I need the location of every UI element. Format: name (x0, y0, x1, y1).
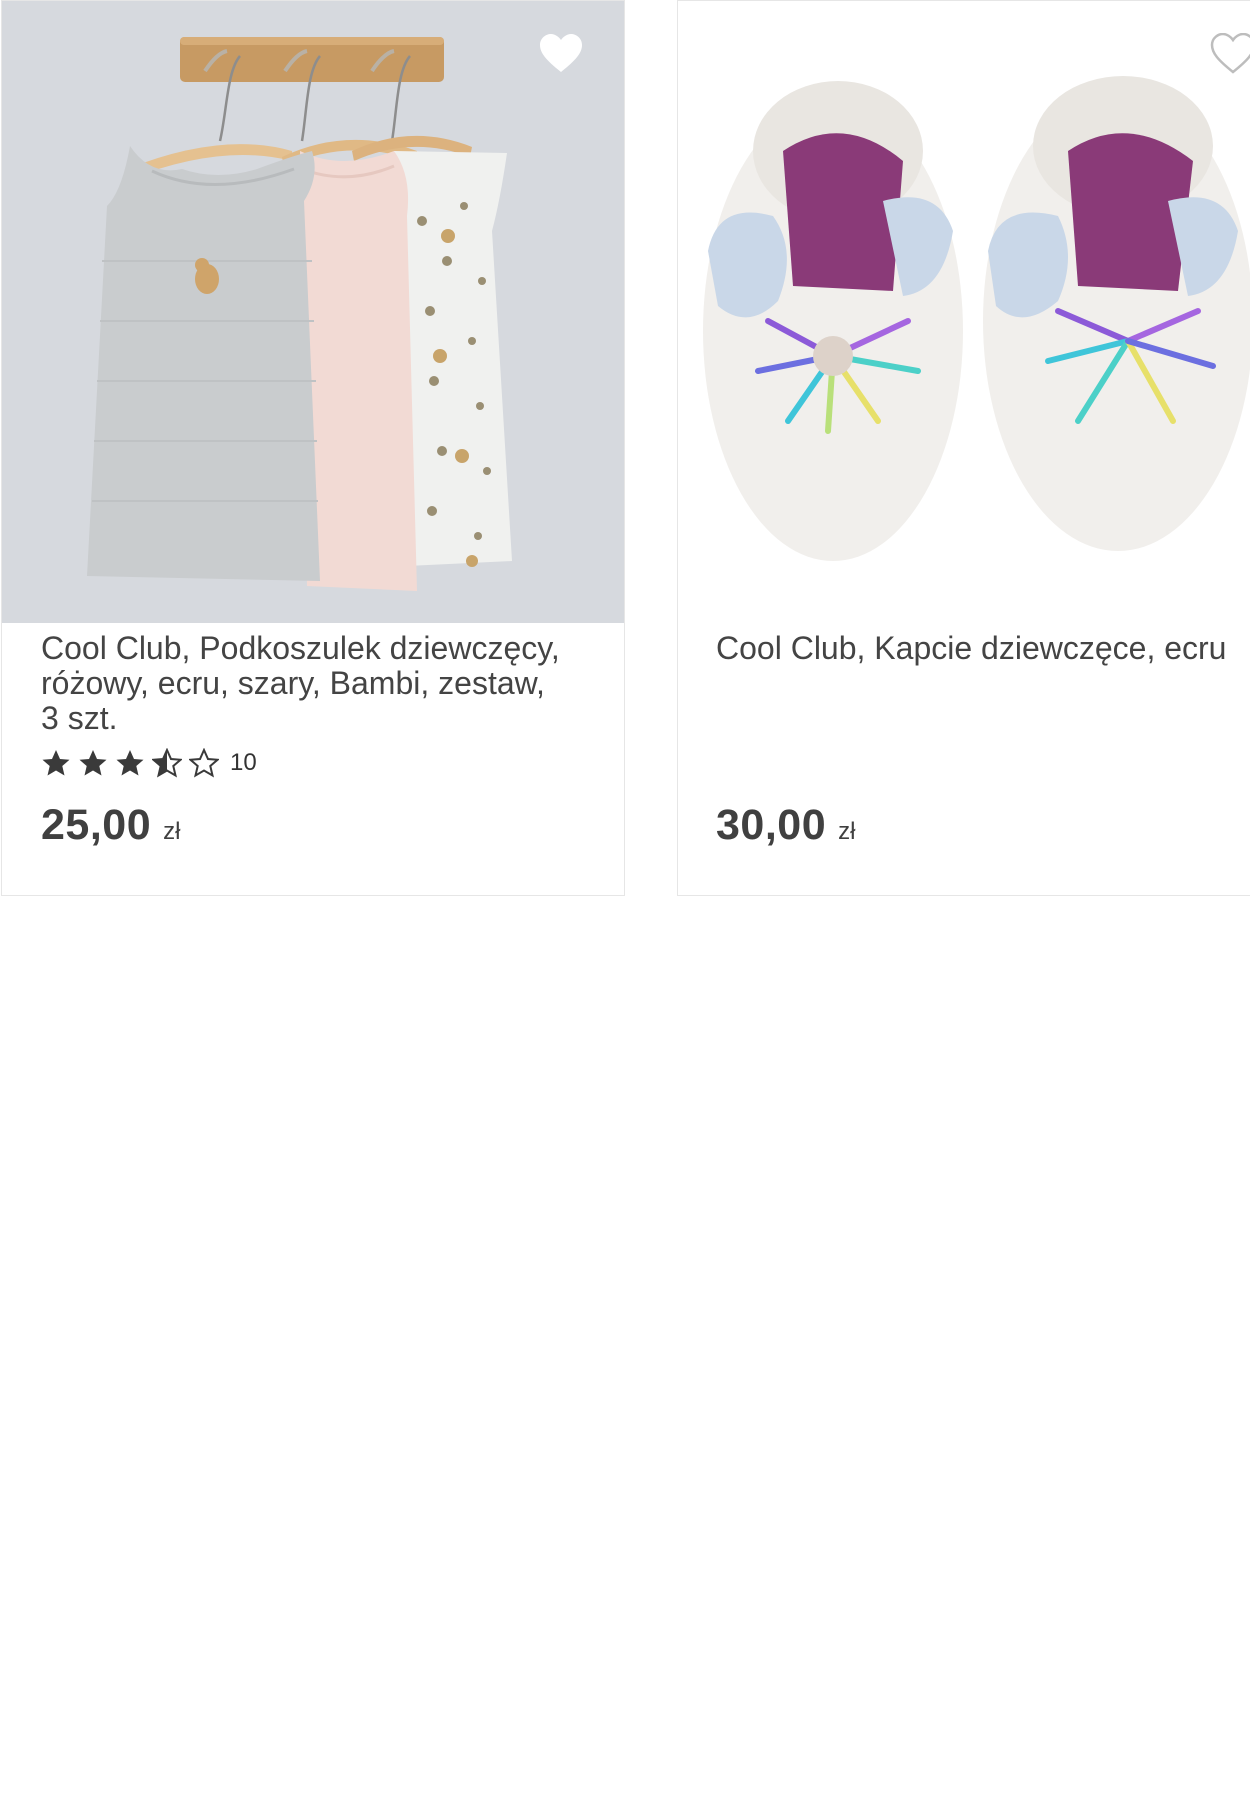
star-filled-icon (116, 750, 144, 776)
product-image[interactable] (2, 1, 624, 623)
star-empty-icon (189, 748, 219, 778)
product-image[interactable] (678, 1, 1250, 623)
product-grid: Cool Club, Podkoszulek dziewczęcy, różow… (0, 0, 1250, 900)
product-card[interactable]: Cool Club, Podkoszulek dziewczęcy, różow… (1, 0, 625, 896)
product-price: 25,00 zł (41, 801, 180, 850)
price-currency: zł (838, 818, 856, 845)
product-card[interactable]: Cool Club, Kapcie dziewczęce, ecru 30,00… (677, 0, 1250, 896)
heart-icon (540, 34, 582, 72)
price-currency: zł (163, 818, 181, 845)
heart-outline-icon (1210, 32, 1250, 74)
product-rating: 10 (41, 746, 257, 780)
star-filled-icon (79, 750, 107, 776)
review-count: 10 (230, 749, 257, 776)
star-half-icon (152, 748, 182, 778)
product-price: 30,00 zł (716, 801, 855, 850)
price-value: 30,00 (716, 801, 827, 849)
star-filled-icon (42, 750, 70, 776)
favorite-button[interactable] (538, 33, 584, 75)
product-title[interactable]: Cool Club, Podkoszulek dziewczęcy, różow… (41, 631, 561, 736)
product-title[interactable]: Cool Club, Kapcie dziewczęce, ecru (716, 631, 1250, 666)
price-value: 25,00 (41, 801, 152, 849)
favorite-button[interactable] (1210, 32, 1250, 75)
